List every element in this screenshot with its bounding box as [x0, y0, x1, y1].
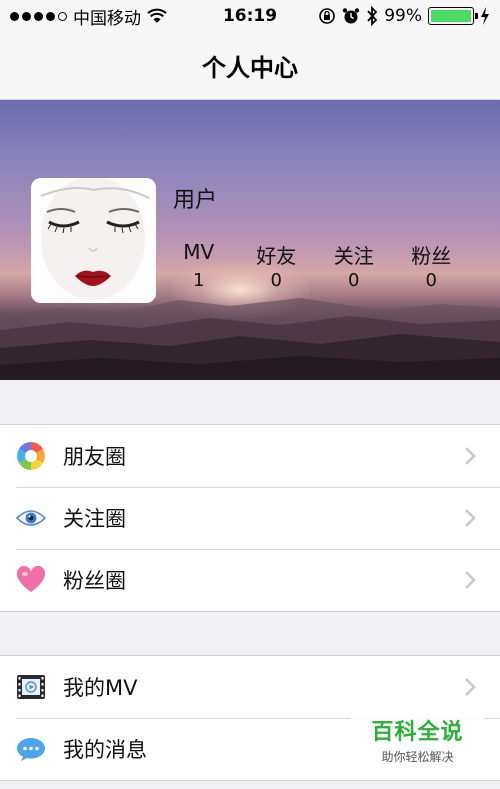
chevron-right-icon [465, 571, 476, 589]
menu-item-label: 关注圈 [63, 507, 126, 531]
stat-value: 0 [425, 270, 437, 291]
stat-value: 0 [270, 270, 282, 291]
stat-friends[interactable]: 好友 0 [238, 240, 316, 291]
watermark-logo: 百科全说 助你轻松解决 [350, 706, 485, 764]
stat-mv[interactable]: MV 1 [160, 240, 238, 291]
navigation-bar: 个人中心 [0, 32, 500, 100]
chevron-right-icon [465, 678, 476, 696]
carrier-name: 中国移动 [73, 8, 141, 29]
menu-item-following-circle[interactable]: 关注圈 [0, 487, 500, 549]
menu-item-label: 我的MV [63, 676, 138, 700]
status-bar: 中国移动 16:19 99% [0, 0, 500, 32]
stat-value: 1 [193, 270, 205, 291]
profile-header-banner: 用户 MV 1 好友 0 关注 0 粉丝 0 [0, 100, 500, 380]
signal-strength-icon [10, 11, 67, 21]
chat-bubble-icon [15, 733, 47, 765]
menu-item-moments[interactable]: 朋友圈 [0, 425, 500, 487]
watermark-subtitle: 助你轻松解决 [381, 750, 454, 764]
charging-bolt-icon [481, 7, 489, 25]
stat-following[interactable]: 关注 0 [315, 240, 393, 291]
stat-label: 好友 [256, 244, 297, 268]
rotation-lock-icon [319, 8, 336, 24]
heart-icon [15, 564, 47, 596]
battery-percent: 99% [384, 6, 422, 26]
menu-item-label: 粉丝圈 [63, 569, 126, 593]
aperture-icon [15, 440, 47, 472]
chevron-right-icon [465, 509, 476, 527]
stat-label: 粉丝 [411, 244, 452, 268]
stat-label: MV [183, 240, 215, 264]
stat-label: 关注 [333, 244, 374, 268]
menu-group-circles: 朋友圈 关注圈 粉丝圈 [0, 424, 500, 612]
eye-icon [15, 502, 47, 534]
profile-stats: MV 1 好友 0 关注 0 粉丝 0 [160, 240, 470, 291]
bluetooth-icon [367, 6, 378, 26]
film-icon [15, 671, 47, 703]
wifi-icon [147, 8, 167, 23]
battery-icon [428, 7, 478, 25]
username: 用户 [173, 188, 218, 213]
alarm-clock-icon [343, 8, 360, 24]
stat-fans[interactable]: 粉丝 0 [393, 240, 471, 291]
watermark-title: 百科全说 [371, 720, 464, 745]
page-title: 个人中心 [202, 54, 298, 82]
menu-item-fans-circle[interactable]: 粉丝圈 [0, 549, 500, 611]
stat-value: 0 [348, 270, 360, 291]
menu-item-label: 朋友圈 [63, 445, 126, 469]
chevron-right-icon [465, 447, 476, 465]
avatar[interactable] [31, 178, 156, 303]
